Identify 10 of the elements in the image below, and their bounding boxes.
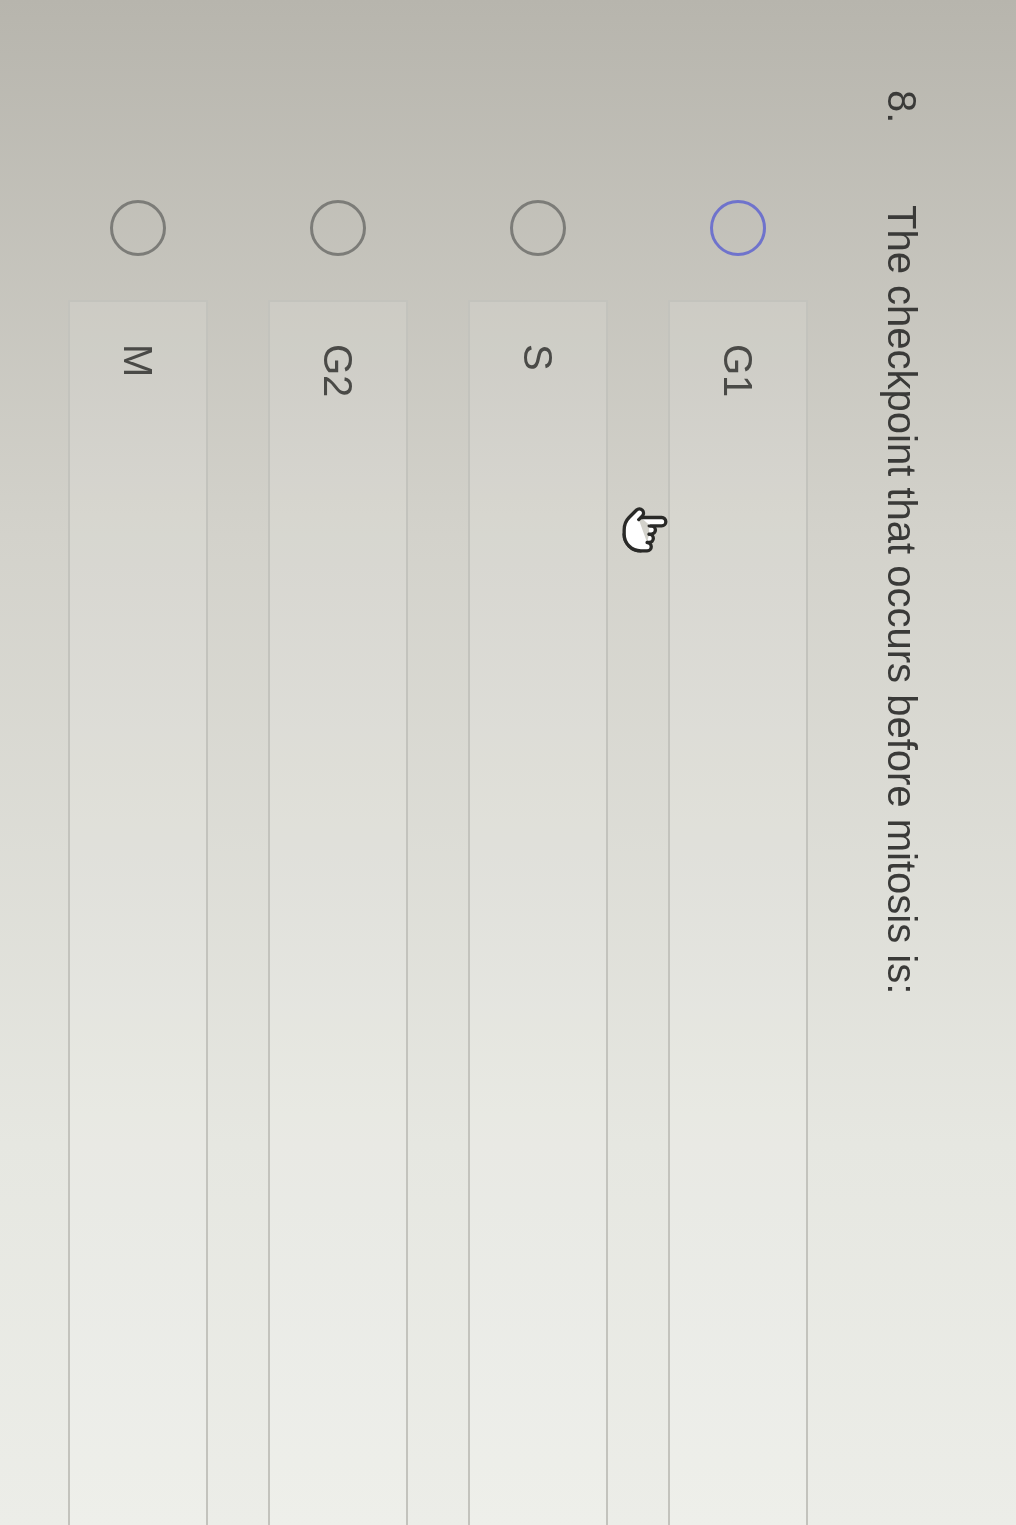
question-number: 8. bbox=[879, 90, 925, 126]
answer-option[interactable]: M bbox=[68, 300, 208, 1525]
answer-option[interactable]: G2 bbox=[268, 300, 408, 1525]
answer-option[interactable]: S bbox=[468, 300, 608, 1525]
radio-button[interactable] bbox=[710, 200, 766, 256]
radio-button[interactable] bbox=[110, 200, 166, 256]
question-text: The checkpoint that occurs before mitosis is: bbox=[879, 205, 925, 995]
answer-option[interactable]: G1 bbox=[668, 300, 808, 1525]
radio-button[interactable] bbox=[310, 200, 366, 256]
radio-button[interactable] bbox=[510, 200, 566, 256]
